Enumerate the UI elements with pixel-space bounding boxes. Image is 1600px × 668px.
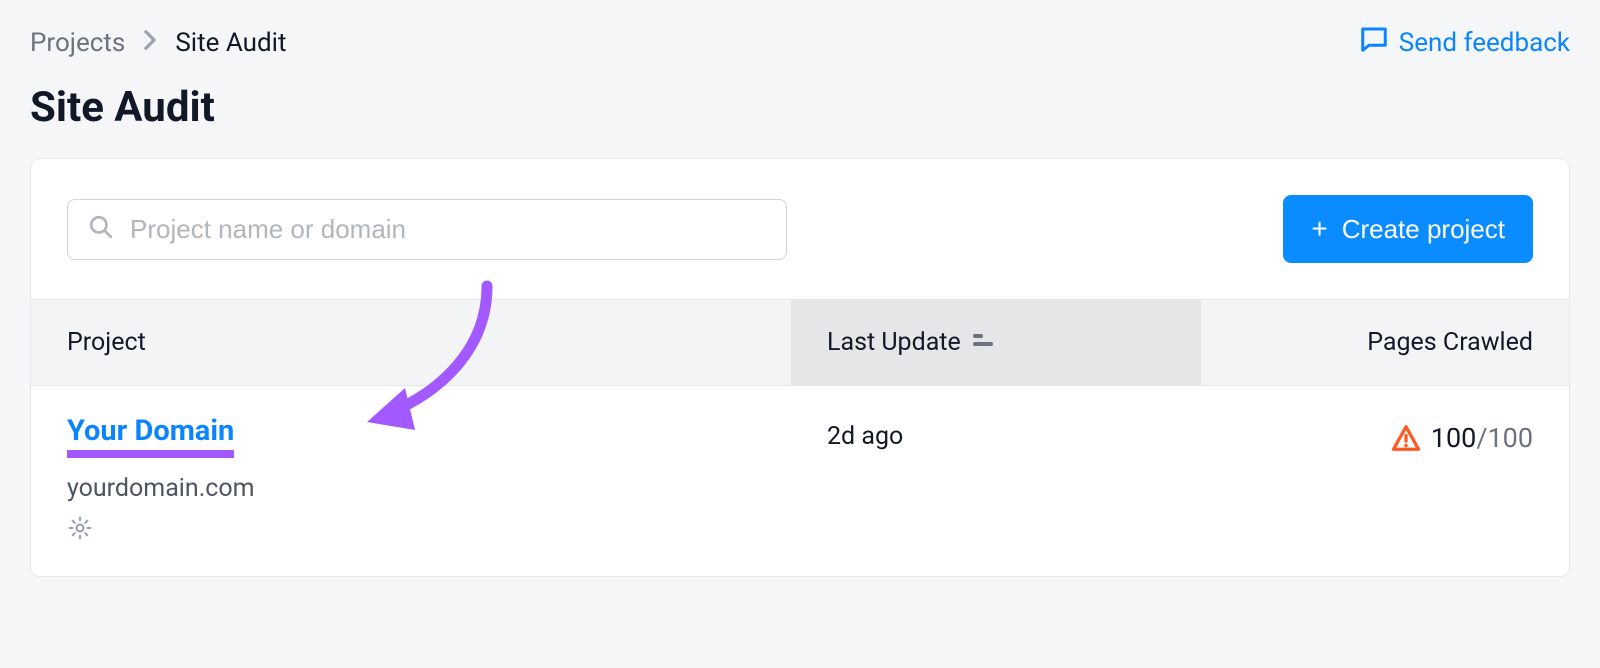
column-header-pages-crawled[interactable]: Pages Crawled [1201, 300, 1569, 385]
project-name-link[interactable]: Your Domain [67, 414, 234, 458]
breadcrumb-root[interactable]: Projects [30, 28, 125, 58]
project-domain: yourdomain.com [67, 474, 755, 503]
send-feedback-label: Send feedback [1399, 28, 1570, 58]
cell-pages-crawled: 100/100 [1201, 386, 1569, 482]
send-feedback-link[interactable]: Send feedback [1359, 24, 1570, 61]
create-project-button[interactable]: + Create project [1283, 195, 1533, 263]
cell-last-update: 2d ago [791, 386, 1201, 479]
column-header-last-update[interactable]: Last Update [791, 300, 1201, 385]
table-row: Your Domain yourdomain.com 2d ago 100/10… [31, 386, 1569, 576]
warning-icon [1391, 423, 1421, 453]
cell-project: Your Domain yourdomain.com [31, 386, 791, 576]
column-header-project[interactable]: Project [31, 300, 791, 385]
search-input[interactable] [130, 214, 766, 245]
pages-total-value: /100 [1476, 422, 1533, 454]
plus-icon: + [1311, 213, 1327, 245]
column-header-last-update-label: Last Update [827, 328, 961, 357]
table-header: Project Last Update Pages Crawled [31, 299, 1569, 386]
create-project-label: Create project [1342, 214, 1505, 245]
chat-icon [1359, 24, 1389, 61]
breadcrumb-current: Site Audit [175, 28, 286, 58]
toolbar: + Create project [31, 159, 1569, 299]
breadcrumb: Projects Site Audit [30, 28, 287, 58]
project-settings-button[interactable] [67, 515, 755, 548]
chevron-right-icon [143, 28, 157, 58]
projects-card: + Create project Project Last Update Pag… [30, 158, 1570, 577]
gear-icon [67, 519, 93, 548]
page-title: Site Audit [0, 65, 1600, 158]
search-icon [88, 214, 114, 244]
sort-icon [973, 334, 995, 352]
search-input-wrap[interactable] [67, 199, 787, 260]
pages-crawled-value: 100 [1431, 422, 1477, 454]
